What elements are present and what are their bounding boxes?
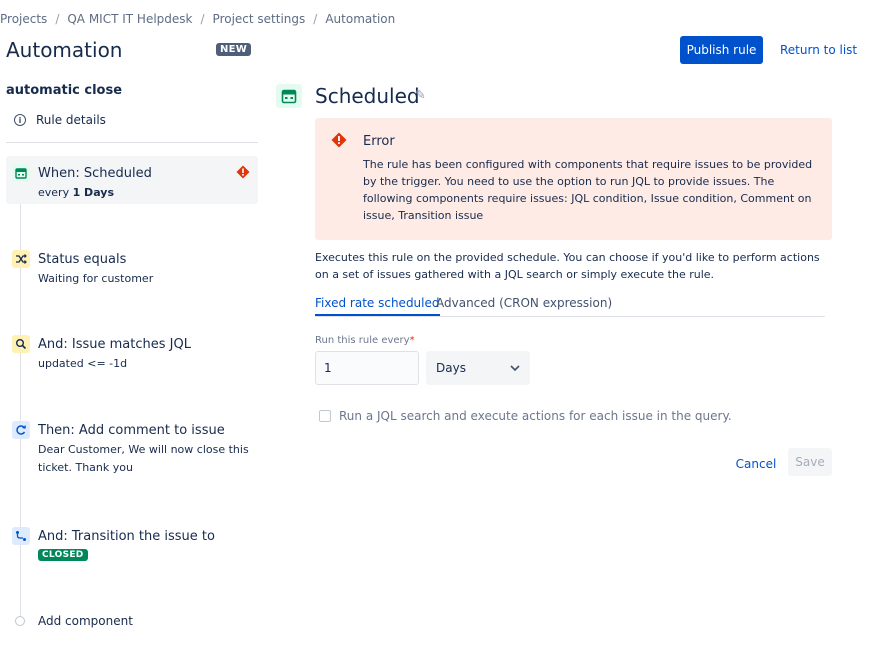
divider [6,142,258,143]
required-marker: * [409,335,415,346]
error-title: Error [363,134,395,149]
component-subtitle: Dear Customer, We will now close this ti… [38,443,249,474]
error-message: The rule has been configured with compon… [363,158,813,222]
breadcrumb: Projects / QA MICT IT Helpdesk / Project set… [0,12,395,26]
add-component-button[interactable]: Add component [38,614,133,628]
interval-label: Run this rule every* [315,335,415,346]
error-icon [331,132,347,148]
schedule-interval: 1 Days [72,186,114,199]
tab-advanced-cron[interactable]: Advanced (CRON expression) [436,296,612,314]
jql-checkbox-row[interactable]: Run a JQL search and execute actions for… [319,409,732,423]
publish-rule-button[interactable]: Publish rule [680,36,763,64]
breadcrumb-project-settings[interactable]: Project settings [213,12,306,26]
error-banner: Error The rule has been configured with … [315,118,832,240]
return-to-list-link[interactable]: Return to list [780,43,857,57]
component-subtitle: updated <= -1d [38,357,128,370]
chevron-down-icon [510,365,520,371]
component-status-equals[interactable]: Status equals Waiting for customer [6,244,258,290]
refresh-icon [12,421,30,439]
component-title: Status equals [38,252,127,267]
breadcrumb-automation[interactable]: Automation [325,12,395,26]
calendar-icon [276,84,302,108]
breadcrumb-projects[interactable]: Projects [0,12,47,26]
component-title: Then: Add comment to issue [38,423,225,438]
interval-unit-select[interactable]: Days [426,351,530,385]
interval-unit-value: Days [436,361,466,375]
component-transition-issue[interactable]: And: Transition the issue to CLOSED [6,521,258,567]
breadcrumb-separator: / [313,12,318,26]
transition-icon [12,527,30,545]
component-trigger-scheduled[interactable]: When: Scheduled every 1 Days [6,156,258,204]
component-subtitle: every 1 Days [38,184,253,202]
status-lozenge: CLOSED [38,549,88,561]
cancel-button[interactable]: Cancel [730,452,782,476]
schedule-prefix: every [38,186,73,199]
shuffle-icon [12,250,30,268]
component-title: And: Issue matches JQL [38,337,191,352]
component-subtitle: Waiting for customer [38,272,154,285]
interval-label-text: Run this rule every [315,335,410,346]
schedule-description: Executes this rule on the provided sched… [315,251,820,281]
calendar-icon [12,164,30,182]
jql-checkbox-label: Run a JQL search and execute actions for… [339,409,732,423]
component-title: And: Transition the issue to [38,529,215,544]
error-icon [236,165,250,179]
breadcrumb-project[interactable]: QA MICT IT Helpdesk [67,12,192,26]
breadcrumb-separator: / [200,12,205,26]
info-icon: i [14,114,26,126]
schedule-tabs: Fixed rate scheduled Advanced (CRON expr… [315,295,825,317]
edit-pencil-icon[interactable]: ✎ [415,88,426,103]
component-add-comment[interactable]: Then: Add comment to issue Dear Customer… [6,415,258,481]
component-issue-matches-jql[interactable]: And: Issue matches JQL updated <= -1d [6,329,258,375]
component-heading: Scheduled [315,84,420,108]
save-button[interactable]: Save [788,448,832,476]
interval-value-input[interactable]: 1 [315,351,419,385]
search-icon [12,335,30,353]
page-title: Automation [6,38,123,62]
rule-details-label: Rule details [36,113,106,127]
add-component-dot [15,616,25,626]
component-title: When: Scheduled [38,166,152,181]
jql-checkbox[interactable] [319,410,331,422]
rule-details-item[interactable]: i Rule details [14,113,106,127]
new-badge: NEW [216,43,252,56]
tab-fixed-rate[interactable]: Fixed rate scheduled [315,296,440,316]
rule-name: automatic close [6,83,123,98]
breadcrumb-separator: / [55,12,60,26]
